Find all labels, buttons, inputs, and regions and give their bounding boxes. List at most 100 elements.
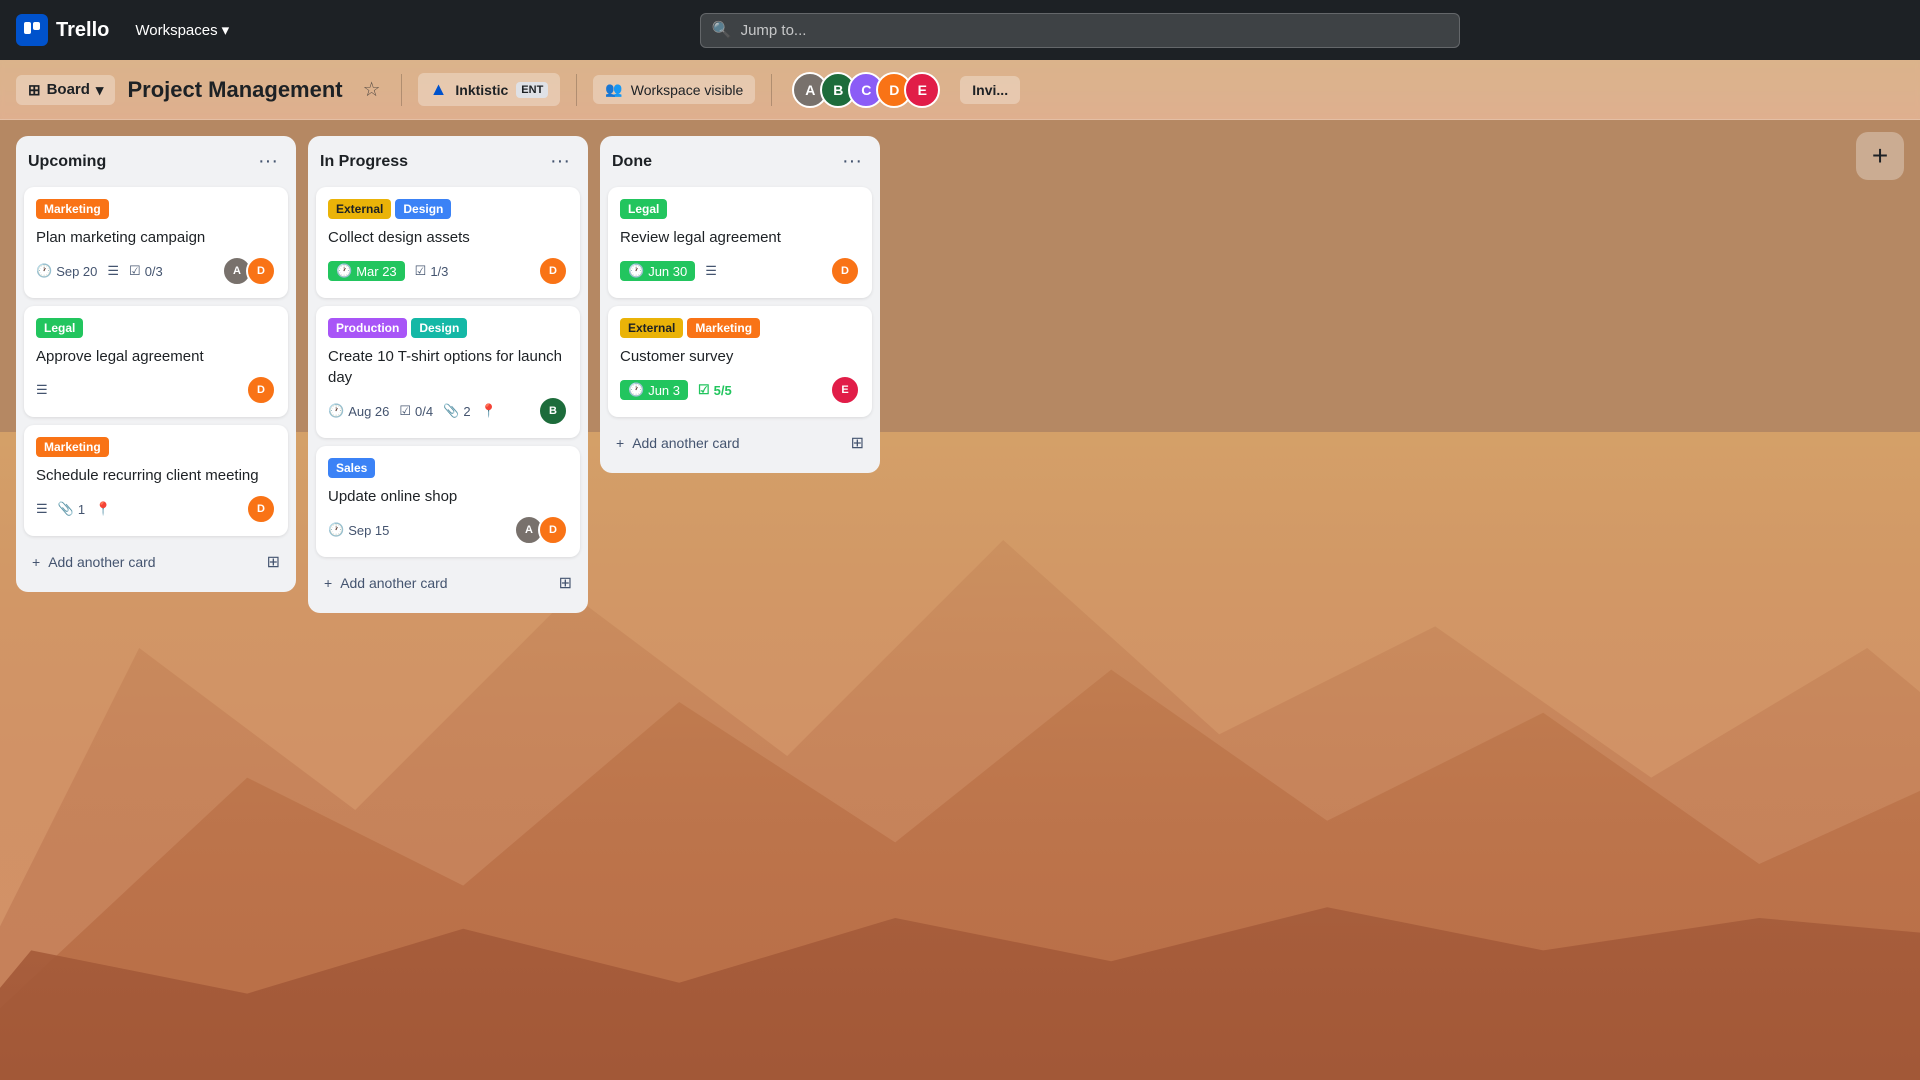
description-icon-item: ☰ <box>107 263 119 279</box>
avatar[interactable]: D <box>538 515 568 545</box>
add-card-label: Add another card <box>632 435 739 451</box>
avatar[interactable]: D <box>246 256 276 286</box>
column-header: In Progress ··· <box>316 148 580 179</box>
card-label: External <box>620 318 683 338</box>
card-title: Customer survey <box>620 346 860 367</box>
search-bar: 🔍 <box>700 13 1460 48</box>
avatar[interactable]: D <box>246 375 276 405</box>
workspace-icon: ▲ <box>430 79 448 100</box>
add-column-button[interactable]: + <box>1856 132 1904 180</box>
due-date: 🕐Sep 15 <box>328 522 389 538</box>
card-avatars: E <box>830 375 860 405</box>
card-label: Marketing <box>36 199 109 219</box>
description-icon-item: ☰ <box>36 501 48 517</box>
card-labels: Marketing <box>36 437 276 457</box>
card-footer: 🕐Jun 3☑5/5 E <box>620 375 860 405</box>
card-footer: 🕐Sep 20☰☑0/3AD <box>36 256 276 286</box>
card[interactable]: ExternalMarketing Customer survey 🕐Jun 3☑5… <box>608 306 872 417</box>
avatar[interactable]: E <box>830 375 860 405</box>
due-date-chip: 🕐Jun 3 <box>620 380 688 400</box>
template-icon: ⊞ <box>851 433 864 453</box>
card-avatars: B <box>538 396 568 426</box>
checklist-icon: ☑ <box>415 263 427 279</box>
column-menu-button[interactable]: ··· <box>252 148 284 175</box>
card-meta: ☰ <box>36 382 48 398</box>
due-date: 🕐Aug 26 <box>328 403 389 419</box>
description-icon: ☰ <box>107 263 119 279</box>
card-labels: Legal <box>620 199 860 219</box>
card[interactable]: ExternalDesignCollect design assets🕐Mar … <box>316 187 580 298</box>
chevron-down-icon: ▾ <box>222 21 230 39</box>
top-nav: Trello Workspaces ▾ 🔍 <box>0 0 1920 60</box>
avatar[interactable]: E <box>904 72 940 108</box>
avatar[interactable]: D <box>830 256 860 286</box>
card-meta: 🕐Aug 26☑0/4📎2📍 <box>328 403 497 419</box>
column-menu-button[interactable]: ··· <box>544 148 576 175</box>
attachment-item: 📎1 <box>58 501 85 517</box>
add-card-button[interactable]: +Add another card⊞ <box>608 425 872 461</box>
invite-button[interactable]: Invi... <box>960 76 1020 104</box>
column-upcoming: Upcoming ··· MarketingPlan marketing cam… <box>16 136 296 592</box>
card-labels: ExternalMarketing <box>620 318 860 338</box>
workspace-chip[interactable]: ▲ Inktistic ENT <box>418 73 561 106</box>
card[interactable]: LegalReview legal agreement🕐Jun 30☰D <box>608 187 872 298</box>
add-card-button[interactable]: +Add another card⊞ <box>24 544 288 580</box>
card[interactable]: Marketing Schedule recurring client meeti… <box>24 425 288 536</box>
board-view-button[interactable]: ⊞ Board ▾ <box>16 75 115 105</box>
member-avatars: A B C D E <box>792 72 940 108</box>
checklist-item: ☑1/3 <box>415 263 449 279</box>
card[interactable]: MarketingPlan marketing campaign🕐Sep 20☰… <box>24 187 288 298</box>
card-label: Marketing <box>36 437 109 457</box>
card[interactable]: LegalApprove legal agreement☰D <box>24 306 288 417</box>
invite-label: Invi... <box>972 82 1008 98</box>
card-avatars: D <box>246 494 276 524</box>
plus-icon: + <box>324 575 332 591</box>
header-divider <box>401 74 402 106</box>
card-label: Legal <box>36 318 83 338</box>
column-header: Upcoming ··· <box>24 148 288 179</box>
column-menu-button[interactable]: ··· <box>836 148 868 175</box>
card-title: Schedule recurring client meeting <box>36 465 276 486</box>
avatar[interactable]: B <box>538 396 568 426</box>
card-labels: ExternalDesign <box>328 199 568 219</box>
card-label: Design <box>395 199 451 219</box>
card-label: External <box>328 199 391 219</box>
star-button[interactable]: ☆ <box>359 73 385 106</box>
template-icon: ⊞ <box>559 573 572 593</box>
card-avatars: D <box>246 375 276 405</box>
card-footer: 🕐Sep 15AD <box>328 515 568 545</box>
add-card-button[interactable]: +Add another card⊞ <box>316 565 580 601</box>
card-footer: ☰📎1📍D <box>36 494 276 524</box>
card[interactable]: ProductionDesignCreate 10 T-shirt option… <box>316 306 580 438</box>
card-title: Collect design assets <box>328 227 568 248</box>
clock-icon: 🕐 <box>328 403 344 419</box>
card-meta: 🕐Jun 30☰ <box>620 261 717 281</box>
search-input[interactable] <box>700 13 1460 48</box>
card-label: Design <box>411 318 467 338</box>
due-date: 🕐Sep 20 <box>36 263 97 279</box>
avatar[interactable]: D <box>246 494 276 524</box>
card-footer: 🕐Jun 30☰ D <box>620 256 860 286</box>
checklist-item: ☑0/4 <box>399 403 433 419</box>
page-title: Project Management <box>127 77 342 103</box>
header-divider-3 <box>771 74 772 106</box>
column-title: In Progress <box>320 153 408 171</box>
card-meta: 🕐Jun 3☑5/5 <box>620 380 732 400</box>
card-title: Create 10 T-shirt options for launch day <box>328 346 568 388</box>
avatar[interactable]: D <box>538 256 568 286</box>
checklist-item: ☑0/3 <box>129 263 163 279</box>
visible-label: Workspace visible <box>631 82 744 98</box>
trello-logo: Trello <box>16 14 109 46</box>
attachment-icon: 📎 <box>443 403 459 419</box>
card[interactable]: SalesUpdate online shop🕐Sep 15AD <box>316 446 580 557</box>
card-label: Legal <box>620 199 667 219</box>
location-icon: 📍 <box>481 403 497 419</box>
header-divider-2 <box>576 74 577 106</box>
clock-icon: 🕐 <box>36 263 52 279</box>
workspaces-button[interactable]: Workspaces ▾ <box>125 15 239 45</box>
workspace-visible-button[interactable]: 👥 Workspace visible <box>593 75 755 104</box>
clock-icon: 🕐 <box>628 382 644 398</box>
plus-icon: + <box>32 554 40 570</box>
description-icon-item: ☰ <box>36 382 48 398</box>
card-labels: Legal <box>36 318 276 338</box>
